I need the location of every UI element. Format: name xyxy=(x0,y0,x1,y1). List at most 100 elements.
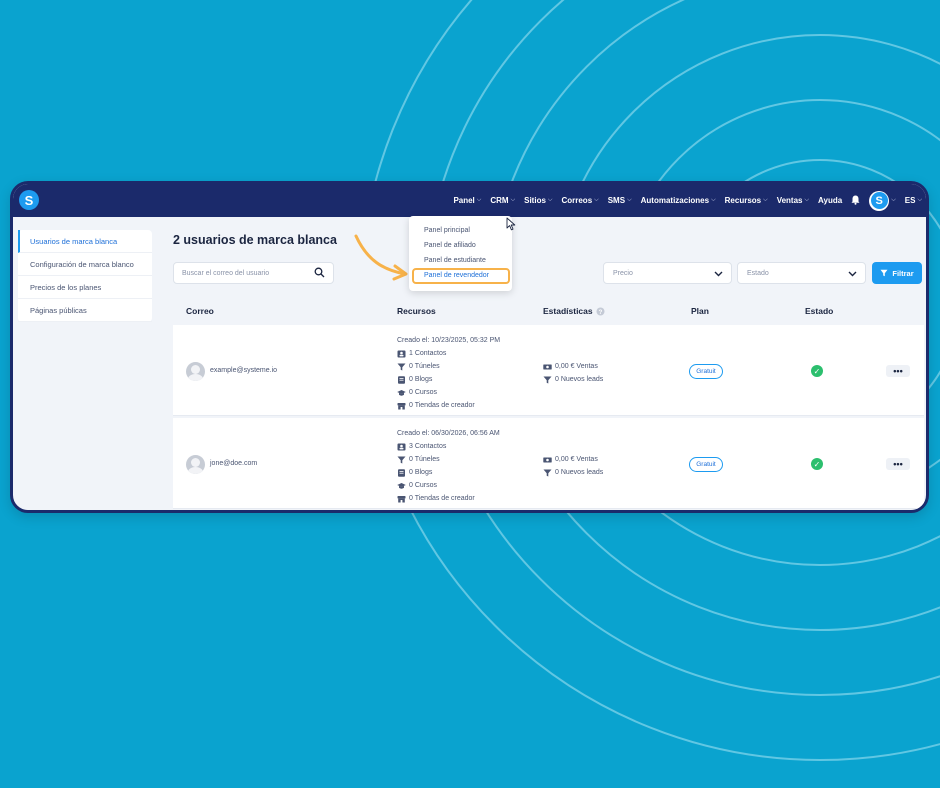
plan-badge: Gratuit xyxy=(689,364,723,379)
user-menu[interactable]: S ⌵ xyxy=(869,190,896,211)
more-options-button[interactable]: ••• xyxy=(886,458,910,470)
row-email: example@systeme.io xyxy=(210,367,278,374)
status-select[interactable]: Estado xyxy=(737,262,866,284)
column-status: Estado xyxy=(805,306,834,316)
filter-button[interactable]: Filtrar xyxy=(872,262,922,284)
check-circle-icon: ✓ xyxy=(811,365,823,377)
chevron-down-icon: ⌵ xyxy=(627,197,632,203)
table-row[interactable]: jone@doe.com Creado el: 06/30/2026, 06:5… xyxy=(173,418,924,509)
search-placeholder: Buscar el correo del usuario xyxy=(182,269,270,277)
contacts-line: 3 Contactos xyxy=(397,441,500,454)
chevron-down-icon: ⌵ xyxy=(763,197,768,203)
chevron-down-icon: ⌵ xyxy=(510,197,516,203)
page-title: 2 usuarios de marca blanca xyxy=(173,233,337,247)
menu-item-panel-afiliado[interactable]: Panel de afiliado xyxy=(424,242,476,249)
money-icon xyxy=(543,457,552,463)
nav-sms[interactable]: SMS ⌵ xyxy=(608,196,632,205)
menu-item-panel-principal[interactable]: Panel principal xyxy=(424,227,470,234)
user-avatar-icon xyxy=(186,362,205,381)
store-icon xyxy=(397,495,406,503)
nav-automatizaciones[interactable]: Automatizaciones ⌵ xyxy=(641,196,716,205)
blog-icon xyxy=(398,376,405,384)
sidebar: Usuarios de marca blanca Configuración d… xyxy=(18,230,152,322)
nav-correos[interactable]: Correos ⌵ xyxy=(561,196,598,205)
chevron-down-icon: ⌵ xyxy=(804,197,810,203)
store-icon xyxy=(397,402,406,410)
created-date: Creado el: 06/30/2026, 06:56 AM xyxy=(397,430,500,437)
more-options-button[interactable]: ••• xyxy=(886,365,910,377)
table-row[interactable]: example@systeme.io Creado el: 10/23/2025… xyxy=(173,325,924,416)
courses-line: 0 Cursos xyxy=(397,387,500,400)
sidebar-item-paginas[interactable]: Páginas públicas xyxy=(18,299,152,322)
bell-icon[interactable] xyxy=(851,195,860,207)
column-stats: Estadísticas ? xyxy=(543,306,605,316)
chevron-down-icon xyxy=(714,271,723,277)
app-window: S Panel ⌵ CRM ⌵ Sitios ⌵ Correos ⌵ SMS ⌵ Auto… xyxy=(10,181,929,513)
funnel-icon xyxy=(397,456,406,464)
funnel-icon xyxy=(543,469,552,477)
contacts-line: 1 Contactos xyxy=(397,348,500,361)
filter-icon xyxy=(880,269,888,277)
nav-sitios[interactable]: Sitios ⌵ xyxy=(524,196,552,205)
stores-line: 0 Tiendas de creador xyxy=(397,400,500,413)
sidebar-item-precios[interactable]: Precios de los planes xyxy=(18,276,152,299)
search-input[interactable]: Buscar el correo del usuario xyxy=(173,262,334,284)
mouse-cursor-icon xyxy=(506,217,516,231)
column-resources: Recursos xyxy=(397,306,436,316)
courses-line: 0 Cursos xyxy=(397,480,500,493)
user-avatar-icon xyxy=(186,455,205,474)
price-select[interactable]: Precio xyxy=(603,262,732,284)
blog-icon xyxy=(398,469,405,477)
language-selector[interactable]: ES ⌵ xyxy=(905,196,922,205)
sidebar-item-configuracion[interactable]: Configuración de marca blanco xyxy=(18,253,152,276)
chevron-down-icon xyxy=(848,271,857,277)
funnels-line: 0 Túneles xyxy=(397,454,500,467)
row-stats: 0,00 € Ventas 0 Nuevos leads xyxy=(543,361,603,387)
search-icon xyxy=(314,267,325,278)
nav-panel[interactable]: Panel ⌵ xyxy=(453,196,481,205)
nav-recursos[interactable]: Recursos ⌵ xyxy=(725,196,768,205)
table-header: Correo Recursos Estadísticas ? Plan Esta… xyxy=(173,296,924,325)
panel-dropdown-menu: Panel principal Panel de afiliado Panel … xyxy=(409,216,512,291)
nav-crm[interactable]: CRM ⌵ xyxy=(490,196,515,205)
row-resources: Creado el: 10/23/2025, 05:32 PM 1 Contac… xyxy=(397,335,500,412)
row-resources: Creado el: 06/30/2026, 06:56 AM 3 Contac… xyxy=(397,428,500,505)
contacts-icon xyxy=(397,443,406,451)
column-email: Correo xyxy=(186,306,214,316)
menu-item-panel-estudiante[interactable]: Panel de estudiante xyxy=(424,257,486,264)
plan-badge: Gratuit xyxy=(689,457,723,472)
logo[interactable]: S xyxy=(19,190,39,210)
menu-item-panel-revendedor[interactable]: Panel de revendedor xyxy=(424,272,489,279)
leads-line: 0 Nuevos leads xyxy=(543,467,603,480)
funnel-icon xyxy=(543,376,552,384)
funnels-line: 0 Túneles xyxy=(397,361,500,374)
chevron-down-icon: ⌵ xyxy=(891,197,896,203)
blogs-line: 0 Blogs xyxy=(397,374,500,387)
funnel-icon xyxy=(397,363,406,371)
graduation-cap-icon xyxy=(397,483,406,489)
column-stats-label: Estadísticas xyxy=(543,306,593,316)
stores-line: 0 Tiendas de creador xyxy=(397,493,500,506)
sales-line: 0,00 € Ventas xyxy=(543,454,603,467)
created-date: Creado el: 10/23/2025, 05:32 PM xyxy=(397,337,501,344)
top-navbar: S Panel ⌵ CRM ⌵ Sitios ⌵ Correos ⌵ SMS ⌵ Auto… xyxy=(13,184,926,217)
check-circle-icon: ✓ xyxy=(811,458,823,470)
chevron-down-icon: ⌵ xyxy=(547,197,553,203)
row-email: jone@doe.com xyxy=(210,460,258,467)
chevron-down-icon: ⌵ xyxy=(476,197,482,203)
nav-ventas[interactable]: Ventas ⌵ xyxy=(777,196,809,205)
sales-line: 0,00 € Ventas xyxy=(543,361,603,374)
contacts-icon xyxy=(397,350,406,358)
sidebar-item-usuarios[interactable]: Usuarios de marca blanca xyxy=(18,230,152,253)
status-select-label: Estado xyxy=(747,269,769,277)
blogs-line: 0 Blogs xyxy=(397,467,500,480)
svg-text:?: ? xyxy=(598,310,602,316)
nav-ayuda[interactable]: Ayuda xyxy=(818,196,842,205)
main-nav: Panel ⌵ CRM ⌵ Sitios ⌵ Correos ⌵ SMS ⌵ Automa… xyxy=(453,184,922,217)
column-plan: Plan xyxy=(691,306,709,316)
graduation-cap-icon xyxy=(397,390,406,396)
avatar: S xyxy=(869,190,890,211)
info-icon[interactable]: ? xyxy=(596,307,605,316)
chevron-down-icon: ⌵ xyxy=(917,197,922,203)
money-icon xyxy=(543,364,552,370)
